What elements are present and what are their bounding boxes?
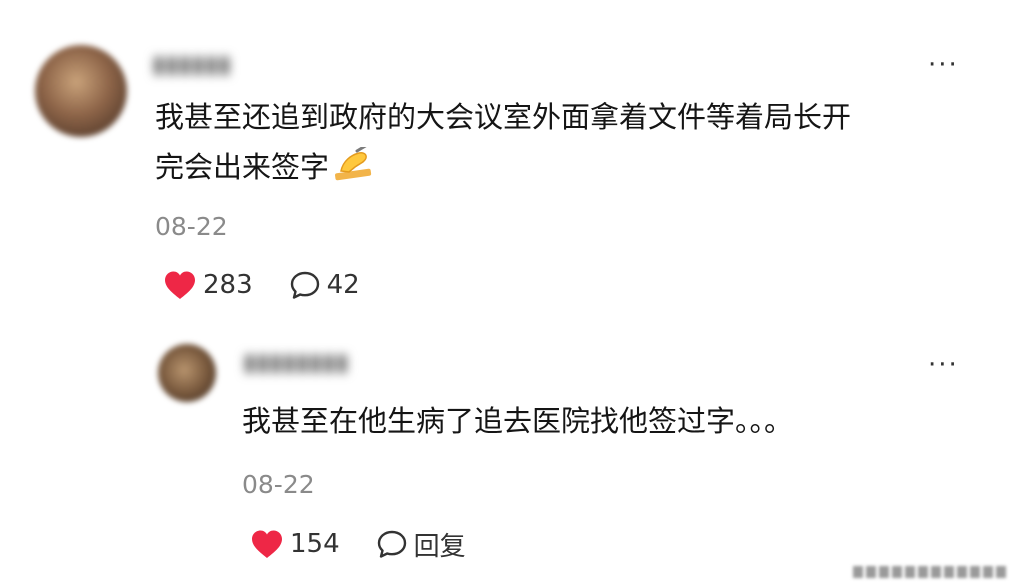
speech-bubble-icon xyxy=(377,530,406,558)
comment-count: 42 xyxy=(326,270,360,300)
comment-button[interactable]: 42 xyxy=(289,270,360,300)
comment: ▮▮▮▮▮▮ ··· 我甚至还追到政府的大会议室外面拿着文件等着局长开 完会出来… xyxy=(0,0,1024,320)
username[interactable]: ▮▮▮▮▮▮ xyxy=(152,50,231,78)
more-dots-icon[interactable]: ··· xyxy=(928,352,959,378)
reply-date: 08-22 xyxy=(242,470,315,499)
comment-actions: 283 42 xyxy=(163,267,396,303)
like-button[interactable]: 154 xyxy=(250,529,340,559)
reply-actions: 154 回复 xyxy=(250,526,502,562)
comment-thread: ▮▮▮▮▮▮ ··· 我甚至还追到政府的大会议室外面拿着文件等着局长开 完会出来… xyxy=(0,0,1024,588)
reply-button[interactable]: 回复 xyxy=(376,526,466,563)
like-count: 154 xyxy=(290,529,340,559)
reply-username[interactable]: ▮▮▮▮▮▮▮▮ xyxy=(243,348,349,376)
avatar[interactable] xyxy=(35,45,127,137)
writing-hand-emoji xyxy=(333,143,373,196)
reply-label: 回复 xyxy=(413,531,466,562)
reply-avatar[interactable] xyxy=(158,344,216,402)
like-button[interactable]: 283 xyxy=(163,270,253,300)
comment-text-line1: 我甚至还追到政府的大会议室外面拿着文件等着局长开 xyxy=(155,100,852,134)
comment-text-line2-wrap: 完会出来签字 xyxy=(155,142,851,196)
like-count: 283 xyxy=(203,270,253,300)
comment-text: 我甚至还追到政府的大会议室外面拿着文件等着局长开 完会出来签字 xyxy=(155,92,851,196)
watermark xyxy=(853,566,1006,578)
comment-date: 08-22 xyxy=(155,212,228,241)
heart-icon xyxy=(252,530,282,558)
reply: ▮▮▮▮▮▮▮▮ ··· 我甚至在他生病了追去医院找他签过字。。。 08-22 … xyxy=(0,320,1024,588)
speech-bubble-icon xyxy=(290,271,319,299)
heart-icon xyxy=(165,271,195,299)
more-dots-icon[interactable]: ··· xyxy=(928,52,959,78)
comment-text-line2: 完会出来签字 xyxy=(155,150,330,184)
reply-text: 我甚至在他生病了追去医院找他签过字。。。 xyxy=(242,404,794,438)
